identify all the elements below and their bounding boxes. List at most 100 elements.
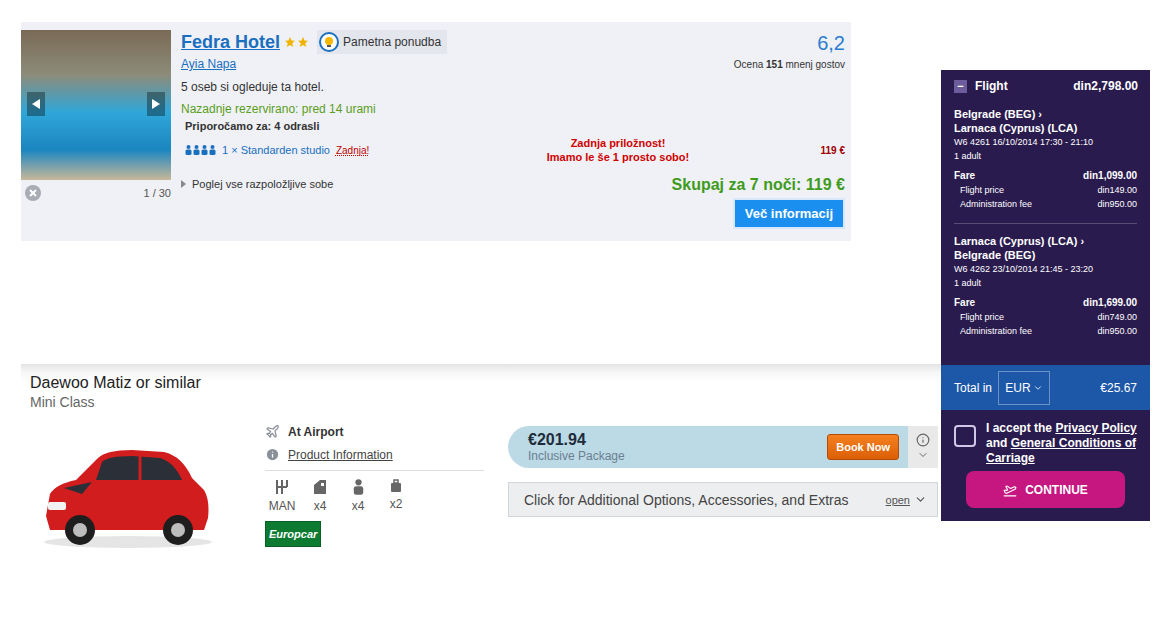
room-info: 1 × Standarden studio Zadnja! [181, 144, 451, 156]
flight-details: W6 4262 23/10/2014 21:45 - 23:20 [954, 262, 1137, 276]
seat-person-icon [353, 479, 364, 495]
route-from: Belgrade (BEG) › [954, 107, 1137, 121]
flight-title: Flight [975, 79, 1008, 93]
package-label: Inclusive Package [528, 449, 625, 463]
availability-warning: Zadnja priložnost!Imamo le še 1 prosto s… [451, 136, 785, 164]
car-class: Mini Class [30, 394, 941, 410]
star-icon [284, 36, 296, 48]
fare-row: Faredin1,099.00 [954, 169, 1137, 183]
page: 1 / 30 Fedra Hotel Pametna ponudba Ayia Nap… [0, 0, 1162, 624]
supplier-logo: Europcar [265, 521, 321, 547]
passengers: 1 adult [954, 276, 1137, 290]
passengers: 1 adult [954, 149, 1137, 163]
hotel-card: 1 / 30 Fedra Hotel Pametna ponudba Ayia Nap… [21, 22, 851, 241]
flight-leg: Larnaca (Cyprus) (LCA) ›Belgrade (BEG)W6… [954, 224, 1137, 350]
guest-rating: 6,2Ocena 151 mnenj gostov [734, 30, 845, 70]
warning-line: Imamo le še 1 prosto sobo! [451, 150, 785, 164]
gallery-footer: 1 / 30 [21, 185, 171, 201]
photo-counter: 1 / 30 [143, 187, 171, 199]
guest-count [185, 145, 216, 155]
chevron-down-icon [914, 493, 927, 506]
person-icon [209, 145, 216, 155]
privacy-link[interactable]: Privacy Policy [1055, 421, 1136, 435]
room-row: 1 × Standarden studio Zadnja! Zadnja prilo… [181, 136, 845, 164]
flight-details: W6 4261 16/10/2014 17:30 - 21:10 [954, 135, 1137, 149]
chevron-down-icon [917, 449, 929, 461]
conditions-link[interactable]: General Conditions of Carriage [986, 436, 1136, 465]
car-spec: x4 [303, 479, 337, 513]
car-offer: Daewoo Matiz or similarMini ClassAt Airp… [21, 364, 941, 552]
star-icon [297, 36, 309, 48]
fare-row: Faredin1,699.00 [954, 296, 1137, 310]
product-info: Product Information [265, 447, 508, 462]
hotel-location[interactable]: Ayia Napa [181, 57, 236, 71]
all-rooms-link[interactable]: Poglej vse razpoložljive sobe [181, 178, 333, 190]
rating-score: 6,2 [817, 32, 845, 55]
continue-button[interactable]: CONTINUE [966, 471, 1125, 508]
info-icon [265, 447, 280, 462]
price-info[interactable] [908, 426, 938, 468]
car-title: Daewoo Matiz or similar [30, 374, 941, 392]
room-price: 119 € [785, 145, 845, 156]
fare-item: Administration feedin950.00 [954, 324, 1137, 338]
flight-summary: −Flightdin2,798.00Belgrade (BEG) ›Larnac… [941, 70, 1150, 521]
collapse-toggle[interactable]: − [954, 80, 967, 93]
gallery: 1 / 30 [21, 30, 171, 233]
person-icon [201, 145, 208, 155]
person-icon [185, 145, 192, 155]
flight-header: −Flight din2,798.00 [941, 70, 1150, 97]
book-now-button[interactable]: Book Now [827, 434, 899, 460]
room-tag: Zadnja! [336, 145, 369, 156]
car-icon [36, 438, 216, 552]
close-icon[interactable] [25, 185, 41, 201]
hotel-name[interactable]: Fedra Hotel [181, 32, 280, 53]
room-name[interactable]: 1 × Standarden studio [222, 144, 330, 156]
lightbulb-icon [319, 32, 339, 52]
more-info-button[interactable]: Več informacij [733, 198, 845, 229]
hotel-footer: Poglej vse razpoložljive sobe Skupaj za 7… [181, 168, 845, 229]
accept-terms[interactable]: I accept the Privacy Policy and General … [941, 410, 1150, 471]
total-price: Skupaj za 7 noči: 119 € [672, 176, 845, 194]
route-from: Larnaca (Cyprus) (LCA) › [954, 234, 1137, 248]
door-icon [313, 479, 327, 495]
hotel-header: Fedra Hotel Pametna ponudba Ayia Napa 6,2Oc… [181, 30, 845, 72]
hotel-photo[interactable] [21, 30, 171, 180]
total-box: Skupaj za 7 noči: 119 € Več informacij [672, 168, 845, 229]
price-row: €201.94Inclusive PackageBook Now [508, 426, 938, 468]
fare-item: Flight pricedin749.00 [954, 310, 1137, 324]
caret-right-icon [181, 180, 186, 188]
car-specs: MANx4x4x2 [265, 479, 508, 513]
total-band: Total inEUR€25.67 [941, 365, 1150, 410]
total-label: Total in [954, 381, 992, 395]
accept-text: I accept the Privacy Policy and General … [986, 421, 1137, 471]
smart-offer-badge: Pametna ponudba [317, 30, 447, 54]
car-grid: At AirportProduct InformationMANx4x4x2Eu… [30, 420, 941, 552]
star-rating [284, 36, 309, 48]
flight-amount: din2,798.00 [1073, 79, 1138, 93]
divider [265, 470, 484, 471]
car-info: At AirportProduct InformationMANx4x4x2Eu… [265, 420, 508, 552]
product-info-link[interactable]: Product Information [288, 448, 393, 462]
currency-select[interactable]: EUR [998, 371, 1050, 405]
accept-checkbox[interactable] [954, 425, 976, 447]
extras-toggle[interactable]: open [886, 493, 927, 506]
name-line: Fedra Hotel Pametna ponudba [181, 30, 447, 54]
car-pricing: €201.94Inclusive PackageBook NowClick fo… [508, 420, 938, 552]
viewers-note: 5 oseb si ogleduje ta hotel. [181, 80, 845, 94]
info-icon [916, 433, 930, 447]
arrow-left-icon [32, 99, 40, 109]
extras-bar[interactable]: Click for Additional Options, Accessorie… [508, 482, 938, 517]
next-photo-button[interactable] [147, 92, 165, 116]
route-to: Belgrade (BEG) [954, 248, 1137, 262]
price-box: €201.94Inclusive PackageBook Now [508, 426, 908, 468]
hotel-details: Fedra Hotel Pametna ponudba Ayia Napa 6,2Oc… [181, 30, 845, 233]
gearshift-icon [275, 479, 289, 495]
route-to: Larnaca (Cyprus) (LCA) [954, 121, 1137, 135]
previous-photo-button[interactable] [27, 92, 45, 116]
fare-item: Administration feedin950.00 [954, 197, 1137, 211]
plane-icon [265, 424, 280, 439]
arrow-right-icon [152, 99, 160, 109]
car-spec: x4 [341, 479, 375, 513]
warning-line: Zadnja priložnost! [451, 136, 785, 150]
luggage-icon [390, 479, 402, 493]
